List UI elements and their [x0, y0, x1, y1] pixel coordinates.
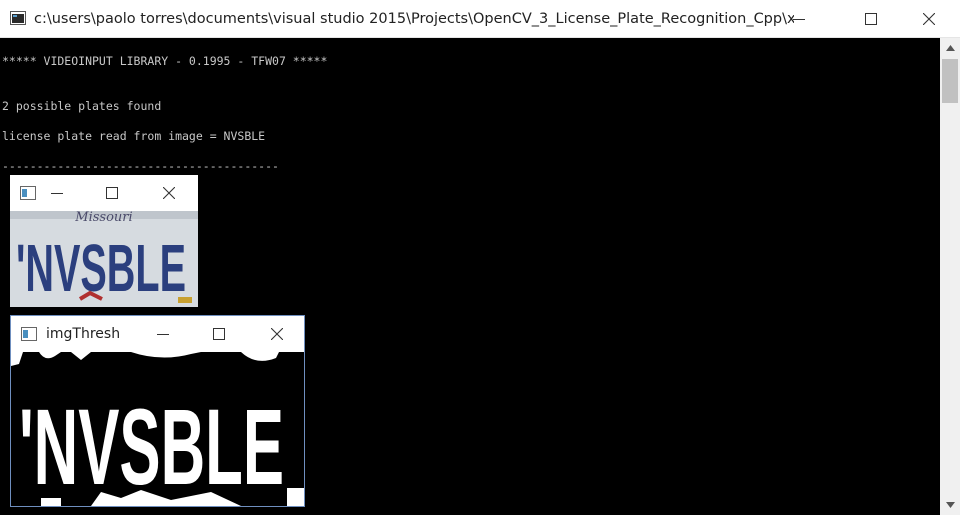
plate-state-text: Missouri: [74, 211, 132, 225]
imgthresh-maximize-button[interactable]: [191, 316, 246, 352]
close-icon: [270, 328, 283, 340]
minimize-icon: [793, 19, 805, 20]
imgthresh-title: imgThresh: [46, 326, 121, 342]
console-line: license plate read from image = NVSBLE: [2, 129, 266, 143]
plate-window-titlebar[interactable]: [10, 175, 198, 211]
arrow-down-icon: [945, 502, 955, 508]
scroll-thumb[interactable]: [942, 59, 958, 103]
console-line: ***** VIDEOINPUT LIBRARY - 0.1995 - TFW0…: [2, 54, 328, 68]
minimize-icon: [51, 193, 63, 194]
plate-image: Missouri 'NVSBLE: [10, 211, 198, 307]
imgthresh-close-button[interactable]: [249, 316, 304, 352]
imgthresh-minimize-button[interactable]: [135, 316, 190, 352]
imgthresh-titlebar[interactable]: imgThresh: [11, 316, 304, 352]
close-icon: [923, 13, 935, 25]
minimize-button[interactable]: [776, 0, 822, 38]
maximize-button[interactable]: [848, 0, 894, 38]
main-titlebar[interactable]: c:\users\paolo torres\documents\visual s…: [0, 0, 960, 38]
plate-window-close-button[interactable]: [146, 175, 192, 211]
window-title: c:\users\paolo torres\documents\visual s…: [34, 11, 794, 27]
console-line: ----------------------------------------: [2, 159, 279, 173]
scroll-down-button[interactable]: [940, 495, 960, 515]
window-app-icon: [21, 327, 37, 341]
plate-number-text: 'NVSBLE: [16, 230, 186, 305]
threshold-plate-text: 'NVSBLE: [19, 386, 284, 506]
maximize-icon: [865, 13, 877, 25]
console-app-icon: [10, 11, 26, 25]
imgthresh-window[interactable]: imgThresh 'NVSBLE: [10, 315, 305, 507]
plate-image-window[interactable]: Missouri 'NVSBLE: [10, 175, 198, 307]
scroll-up-button[interactable]: [940, 38, 960, 58]
console-line: 2 possible plates found: [2, 99, 162, 113]
plate-window-minimize-button[interactable]: [34, 175, 80, 211]
close-button[interactable]: [906, 0, 952, 38]
threshold-image: 'NVSBLE: [11, 352, 304, 506]
arrow-up-icon: [945, 45, 955, 51]
close-icon: [163, 187, 175, 199]
maximize-icon: [212, 328, 225, 340]
minimize-icon: [156, 334, 169, 335]
vertical-scrollbar[interactable]: [940, 38, 960, 515]
plate-window-maximize-button[interactable]: [89, 175, 135, 211]
maximize-icon: [106, 187, 118, 199]
